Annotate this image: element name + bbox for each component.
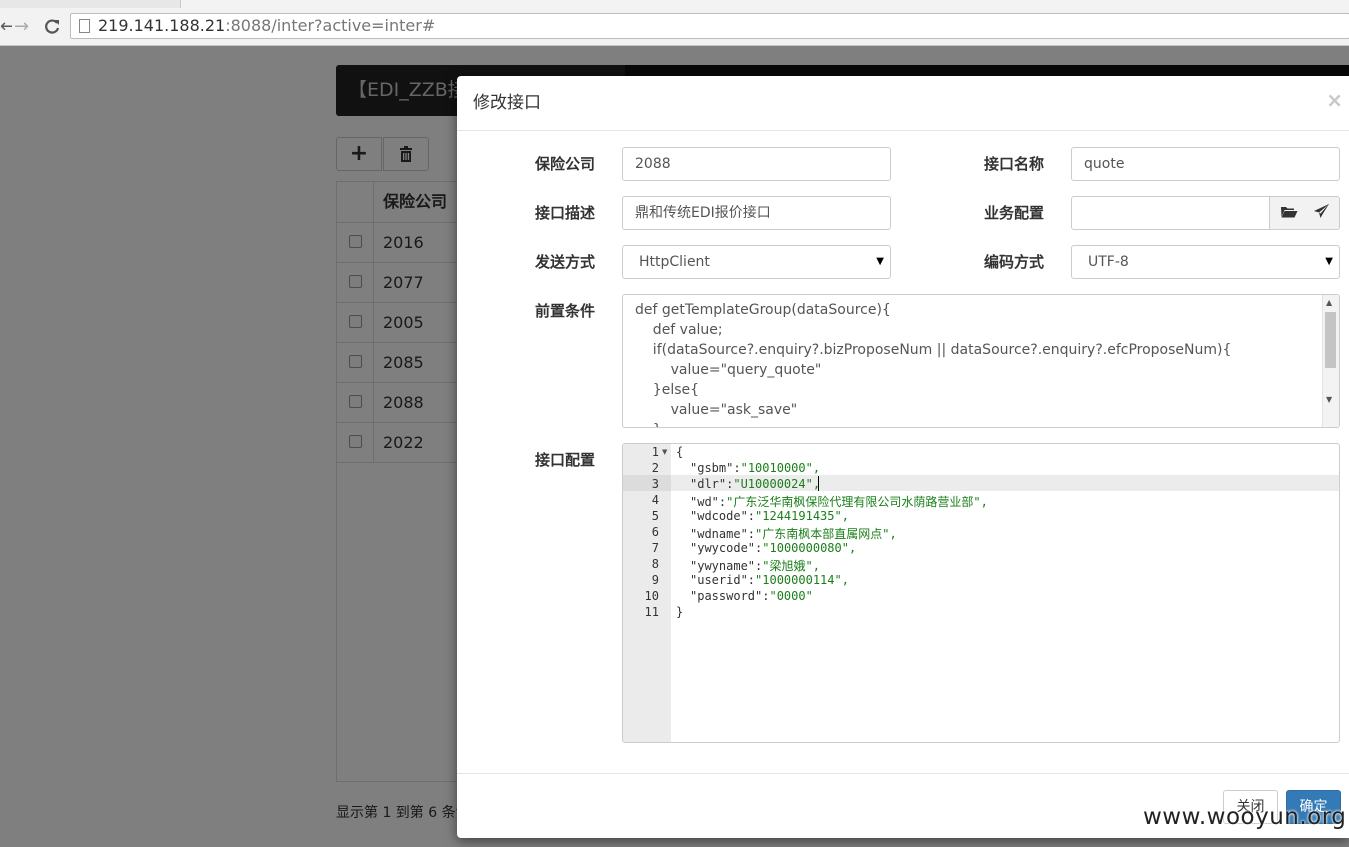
scrollbar-thumb[interactable] <box>1325 312 1336 368</box>
code-line: "wdcode":"1244191435", <box>690 509 849 523</box>
caret-down-icon: ▼ <box>876 256 884 267</box>
line-number: 2 <box>651 461 659 475</box>
line-number: 8 <box>651 557 659 571</box>
precondition-label: 前置条件 <box>535 302 596 320</box>
modal-header: 修改接口 × <box>457 76 1349 131</box>
watermark: www.wooyun.org <box>1143 804 1347 830</box>
send-method-value: HttpClient <box>639 254 710 270</box>
insurance-company-input[interactable]: 2088 <box>622 147 891 181</box>
code-line: "ywyname":"梁旭娥", <box>690 559 820 573</box>
code-line: if(dataSource?.enquiry?.bizProposeNum ||… <box>635 342 1232 358</box>
scroll-down-icon[interactable]: ▼ <box>1326 395 1332 404</box>
code-line: { <box>676 445 684 459</box>
business-config-addon <box>1269 196 1340 230</box>
encoding-select[interactable]: UTF-8 ▼ <box>1071 245 1340 279</box>
code-line: "wd":"广东泛华南枫保险代理有限公司水荫路营业部", <box>690 495 988 509</box>
reload-icon[interactable] <box>43 8 61 45</box>
send-method-label: 发送方式 <box>535 253 596 271</box>
business-config-input[interactable] <box>1071 196 1270 230</box>
code-line: } <box>676 605 684 619</box>
edit-interface-modal: 修改接口 × 保险公司 2088 接口名称 quote 接口描述 鼎和传统EDI… <box>457 76 1349 838</box>
code-line: "ywycode":"1000000080", <box>690 541 857 555</box>
interface-name-input[interactable]: quote <box>1071 147 1340 181</box>
fold-arrow-icon[interactable]: ▼ <box>662 448 667 456</box>
caret-down-icon: ▼ <box>1325 256 1333 267</box>
address-bar[interactable]: 219.141.188.21:8088/inter?active=inter# <box>70 13 1349 39</box>
encoding-value: UTF-8 <box>1088 254 1129 270</box>
interface-desc-input[interactable]: 鼎和传统EDI报价接口 <box>622 196 891 230</box>
insurance-company-label: 保险公司 <box>535 155 596 173</box>
code-line: "userid":"1000000114", <box>690 573 849 587</box>
code-line: "dlr":"U10000024", <box>690 477 821 491</box>
page-icon <box>79 19 90 33</box>
code-line: "gsbm":"10010000", <box>690 461 821 475</box>
code-line: }else{ <box>635 382 700 398</box>
line-number: 9 <box>651 573 659 587</box>
url-text[interactable]: 219.141.188.21:8088/inter?active=inter# <box>98 14 435 38</box>
code-line: value="ask_save" <box>635 402 798 418</box>
code-line: value="query_quote" <box>635 362 822 378</box>
line-number: 3 <box>651 477 659 491</box>
encoding-label: 编码方式 <box>984 253 1045 271</box>
browser-tab[interactable] <box>180 0 1349 8</box>
interface-config-label: 接口配置 <box>535 451 596 469</box>
interface-desc-label: 接口描述 <box>535 204 596 222</box>
line-number: 10 <box>644 589 659 603</box>
scroll-up-icon[interactable]: ▲ <box>1326 298 1332 307</box>
precondition-textarea[interactable]: def getTemplateGroup(dataSource){ def va… <box>622 294 1340 428</box>
close-icon[interactable]: × <box>1326 88 1343 112</box>
line-number: 1 <box>651 445 659 459</box>
line-number: 6 <box>651 525 659 539</box>
line-number: 7 <box>651 541 659 555</box>
code-line: "password":"0000" <box>690 589 813 603</box>
code-line: } <box>635 422 662 427</box>
code-line: "wdname":"广东南枫本部直属网点", <box>690 527 897 541</box>
line-number: 4 <box>651 493 659 507</box>
interface-name-label: 接口名称 <box>984 155 1045 173</box>
forward-arrow-icon[interactable]: → <box>14 8 29 45</box>
text-cursor <box>818 476 819 491</box>
folder-open-icon[interactable] <box>1272 197 1306 229</box>
back-arrow-icon[interactable]: ← <box>0 8 12 45</box>
line-number: 5 <box>651 509 659 523</box>
send-method-select[interactable]: HttpClient ▼ <box>622 245 891 279</box>
textarea-scrollbar[interactable]: ▲ ▼ <box>1322 295 1339 427</box>
interface-config-editor[interactable]: 1 ▼ 2 3 4 5 6 7 8 9 10 11 { "gsbm":"1001… <box>622 443 1340 743</box>
line-number: 11 <box>644 605 659 619</box>
paper-plane-icon[interactable] <box>1304 197 1338 229</box>
code-line: def value; <box>635 322 723 338</box>
code-line: def getTemplateGroup(dataSource){ <box>635 302 891 318</box>
modal-title: 修改接口 <box>473 93 541 113</box>
business-config-label: 业务配置 <box>984 204 1045 222</box>
